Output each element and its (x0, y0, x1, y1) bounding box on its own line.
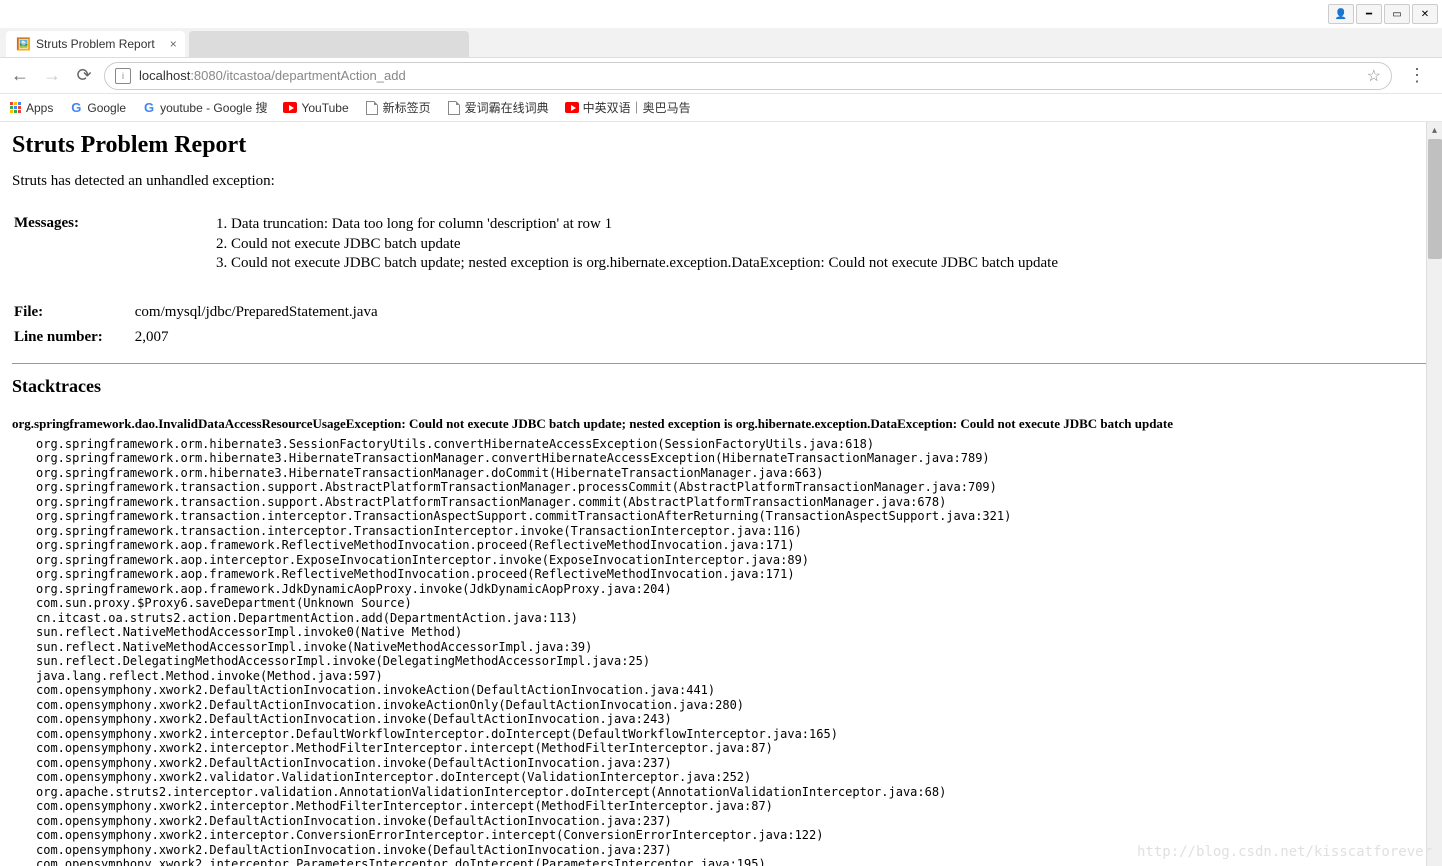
site-info-icon[interactable]: i (115, 68, 131, 84)
bookmark-label: 新标签页 (383, 99, 431, 116)
vertical-scrollbar[interactable]: ▴ (1426, 122, 1442, 866)
scrollbar-thumb[interactable] (1428, 139, 1442, 259)
bookmark-newtab[interactable]: 新标签页 (365, 99, 431, 116)
forward-button[interactable]: → (40, 64, 64, 88)
window-close-button[interactable]: ✕ (1412, 4, 1438, 24)
bookmark-youtube[interactable]: YouTube (283, 101, 348, 115)
nav-bar: ← → ⟳ i localhost:8080/itcastoa/departme… (0, 58, 1442, 94)
file-table: File: com/mysql/jdbc/PreparedStatement.j… (12, 299, 380, 351)
apps-icon (8, 101, 22, 115)
browser-menu-button[interactable]: ⋮ (1400, 65, 1434, 86)
file-label: File: (14, 301, 133, 324)
tab-favicon: 🖼️ (16, 37, 30, 51)
url-text: localhost:8080/itcastoa/departmentAction… (139, 68, 406, 83)
page-icon (365, 101, 379, 115)
window-maximize-button[interactable]: ▭ (1384, 4, 1410, 24)
window-user-button[interactable]: 👤 (1328, 4, 1354, 24)
bookmark-apps[interactable]: Apps (8, 101, 53, 115)
window-minimize-button[interactable]: ━ (1356, 4, 1382, 24)
intro-text: Struts has detected an unhandled excepti… (12, 173, 1430, 190)
bookmark-star-icon[interactable]: ☆ (1367, 66, 1381, 86)
bookmark-label: 中英双语｜奥巴马告 (583, 99, 691, 116)
bookmark-label: youtube - Google 搜 (160, 99, 267, 116)
line-value: 2,007 (135, 326, 378, 349)
scrollbar-up-icon[interactable]: ▴ (1427, 122, 1442, 138)
bookmark-google[interactable]: G Google (69, 101, 126, 115)
page-title: Struts Problem Report (12, 132, 1430, 159)
messages-label: Messages: (14, 212, 109, 277)
info-table: Messages: Data truncation: Data too long… (12, 210, 1060, 279)
address-bar[interactable]: i localhost:8080/itcastoa/departmentActi… (104, 62, 1392, 90)
file-value: com/mysql/jdbc/PreparedStatement.java (135, 301, 378, 324)
back-button[interactable]: ← (8, 64, 32, 88)
tab-strip: 🖼️ Struts Problem Report × (0, 28, 1442, 58)
tab-close-icon[interactable]: × (170, 37, 177, 51)
bookmark-label: Google (87, 101, 126, 115)
divider (12, 363, 1430, 364)
tab-inactive[interactable] (189, 31, 469, 57)
reload-button[interactable]: ⟳ (72, 64, 96, 88)
google-icon: G (69, 101, 83, 115)
exception-title: org.springframework.dao.InvalidDataAcces… (12, 415, 1430, 433)
bookmark-youtube-search[interactable]: G youtube - Google 搜 (142, 99, 267, 116)
stacktraces-heading: Stacktraces (12, 376, 1430, 397)
message-item: Could not execute JDBC batch update; nes… (231, 254, 1058, 274)
tab-active[interactable]: 🖼️ Struts Problem Report × (6, 31, 185, 57)
page-content: Struts Problem Report Struts has detecte… (0, 122, 1442, 866)
tab-title: Struts Problem Report (36, 37, 155, 51)
stacktrace: org.springframework.orm.hibernate3.Sessi… (36, 437, 1430, 866)
google-icon: G (142, 101, 156, 115)
page-icon (447, 101, 461, 115)
bookmark-label: YouTube (301, 101, 348, 115)
window-title-bar: 👤 ━ ▭ ✕ (0, 0, 1442, 28)
bookmark-label: Apps (26, 101, 53, 115)
message-item: Could not execute JDBC batch update (231, 235, 1058, 255)
messages-list: Data truncation: Data too long for colum… (231, 215, 1058, 274)
line-label: Line number: (14, 326, 133, 349)
youtube-icon (283, 101, 297, 115)
bookmark-dict[interactable]: 爱词霸在线词典 (447, 99, 549, 116)
bookmarks-bar: Apps G Google G youtube - Google 搜 YouTu… (0, 94, 1442, 122)
youtube-icon (565, 101, 579, 115)
bookmark-label: 爱词霸在线词典 (465, 99, 549, 116)
bookmark-obama[interactable]: 中英双语｜奥巴马告 (565, 99, 691, 116)
message-item: Data truncation: Data too long for colum… (231, 215, 1058, 235)
